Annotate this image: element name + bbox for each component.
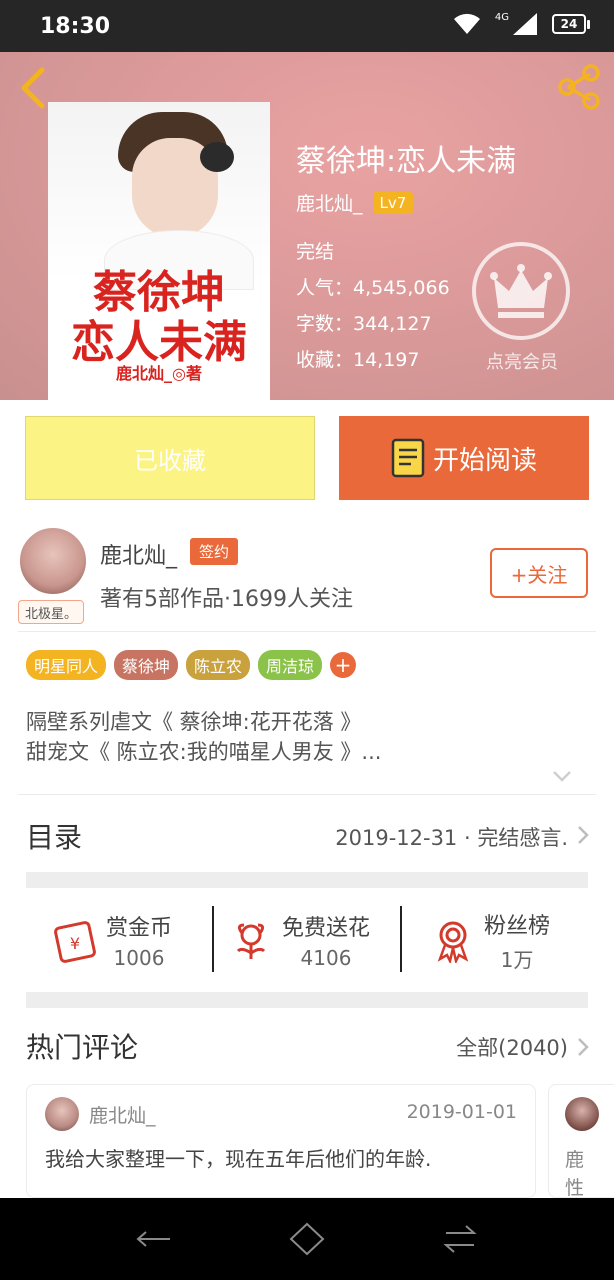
gift-count: 4106 [300,946,352,970]
action-buttons: 已收藏 开始阅读 [0,416,614,500]
book-icon [391,438,425,478]
tag-item[interactable]: 周洁琼 [258,650,323,680]
section-separator [26,992,588,1008]
network-type: 4G [494,12,509,23]
tag-item[interactable]: 明星同人 [26,650,107,680]
cover-byline: 鹿北灿_◎著 [116,364,202,383]
book-status: 完结 [296,241,335,263]
all-comments-link[interactable]: 全部(2040) [456,1032,568,1062]
membership-button[interactable] [472,242,570,340]
table-of-contents-row[interactable]: 目录 2019-12-31 · 完结感言. [0,796,614,872]
divider [400,906,402,972]
back-nav-icon[interactable] [136,1222,172,1256]
cover-portrait-hand [200,142,234,172]
comment-card[interactable]: 鹿北灿_ 2019-01-01 我给大家整理一下，现在五年后他们的年龄. [26,1084,536,1198]
comment-text: 我给大家整理一下，现在五年后他们的年龄. [45,1147,432,1171]
signal-indicator: 4G [495,12,538,36]
collected-button[interactable]: 已收藏 [25,416,315,500]
fan-ranking-button[interactable]: 粉丝榜 1万 [430,898,550,982]
follow-button[interactable]: +关注 [490,548,588,598]
hot-comments-header: 热门评论 全部(2040) [0,1020,614,1080]
status-icons: 4G 24 [453,12,590,36]
svg-text:¥: ¥ [70,934,80,953]
battery-level: 24 [552,14,586,34]
support-actions: ¥ 赏金币 1006 免费送花 4106 粉丝榜 1万 [0,888,614,992]
chevron-down-icon[interactable] [552,768,572,784]
start-reading-label: 开始阅读 [432,445,537,476]
wifi-icon [453,13,480,34]
description-line2: 甜宠文《 陈立农:我的喵星人男友 》... [26,740,382,764]
flower-icon [236,923,266,959]
battery-tip [587,19,590,29]
comment-user[interactable]: 鹿北灿_ [89,1101,156,1128]
author-avatar[interactable] [18,526,88,596]
share-icon[interactable] [554,62,604,112]
toc-title: 目录 [26,821,83,854]
start-reading-button[interactable]: 开始阅读 [339,416,589,500]
hot-comments-title: 热门评论 [26,1031,139,1064]
signed-badge: 签约 [190,538,239,565]
divider [18,631,596,632]
book-author-name[interactable]: 鹿北灿_ [296,189,363,216]
system-nav-bar [0,1198,614,1280]
status-time: 18:30 [40,14,111,39]
avatar-tag: 北极星。 [18,600,84,624]
author-card-meta: 著有5部作品·1699人关注 [100,587,353,612]
medal-icon [437,921,469,963]
comment-user: 鹿 [565,1149,585,1171]
book-title: 蔡徐坤:恋人未满 [296,144,517,179]
cell-signal-icon [513,13,537,35]
home-nav-icon[interactable] [289,1222,325,1256]
book-author-row[interactable]: 鹿北灿_ Lv7 [296,189,414,216]
section-separator [26,872,588,888]
free-flower-button[interactable]: 免费送花 4106 [228,898,370,982]
chevron-right-icon[interactable] [576,1036,590,1058]
chevron-right-icon [578,826,589,844]
gift-label: 免费送花 [282,916,371,941]
book-header: 蔡徐坤 恋人未满 鹿北灿_◎著 蔡徐坤:恋人未满 鹿北灿_ Lv7 完结 人气：… [0,52,614,400]
description-line1: 隔壁系列虐文《 蔡徐坤:花开花落 》 [26,710,362,734]
tag-item[interactable]: 蔡徐坤 [114,650,179,680]
status-bar: 18:30 4G 24 [0,0,614,52]
gift-label: 赏金币 [106,916,173,941]
gift-label: 粉丝榜 [484,913,551,939]
coin-envelope-icon: ¥ [54,921,96,963]
tag-list: 明星同人 蔡徐坤 陈立农 周洁琼 + [26,650,357,680]
book-word-count: 字数：344,127 [296,313,432,335]
author-card: 北极星。 鹿北灿_ 签约 著有5部作品·1699人关注 +关注 [0,518,614,630]
toc-latest-chapter: 2019-12-31 · 完结感言. [335,826,568,850]
author-card-name[interactable]: 鹿北灿_ [100,538,177,570]
comment-avatar[interactable] [45,1097,79,1131]
crown-icon [490,264,552,318]
tag-item[interactable]: 陈立农 [186,650,251,680]
author-level-badge: Lv7 [372,191,414,214]
add-tag-button[interactable]: + [330,652,357,678]
gift-count: 1万 [500,947,534,972]
battery-indicator: 24 [552,14,590,34]
comment-text: 性 [565,1177,585,1198]
reward-coins-button[interactable]: ¥ 赏金币 1006 [52,898,172,982]
recents-nav-icon[interactable] [442,1222,478,1256]
divider [212,906,214,972]
comment-card[interactable]: 鹿 性 [548,1084,614,1198]
comment-date: 2019-01-01 [406,1101,517,1123]
book-cover[interactable]: 蔡徐坤 恋人未满 鹿北灿_◎著 [48,102,270,400]
book-popularity: 人气：4,545,066 [296,277,450,299]
gift-count: 1006 [113,946,165,970]
membership-label[interactable]: 点亮会员 [474,348,570,374]
book-favorites: 收藏：14,197 [296,349,420,371]
comment-avatar[interactable] [565,1097,599,1131]
divider [18,794,596,795]
